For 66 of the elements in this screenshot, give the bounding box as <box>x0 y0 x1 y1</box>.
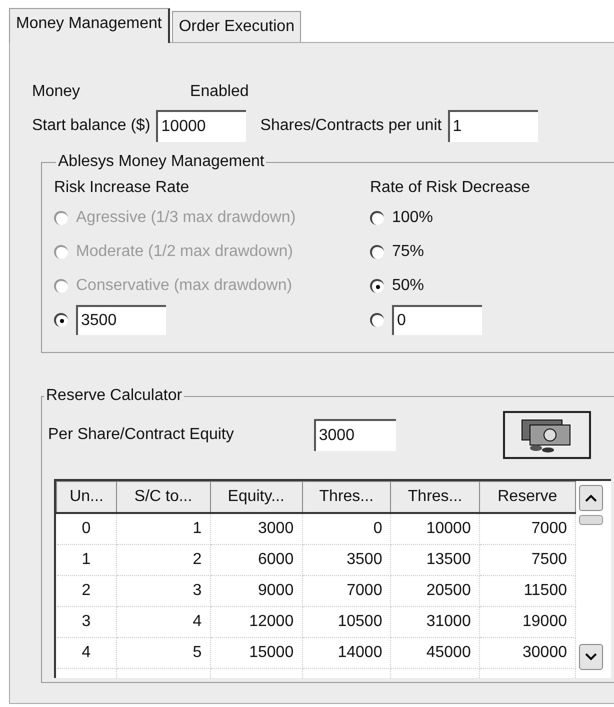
radio-button[interactable] <box>370 211 384 225</box>
table-cell: 30000 <box>479 638 576 668</box>
table-cell: 9000 <box>210 576 302 606</box>
table-cell: 0 <box>302 513 391 544</box>
radio-button[interactable] <box>370 279 384 293</box>
column-header[interactable]: Thres... <box>302 482 391 513</box>
table-cell: 3 <box>56 606 116 638</box>
chevron-down-icon <box>585 653 597 661</box>
table-cell: 10000 <box>390 513 480 544</box>
custom-value-field[interactable]: 3500 <box>76 305 166 335</box>
table-cell: 4 <box>56 638 116 668</box>
table-cell: 19000 <box>479 606 576 638</box>
radio-button[interactable] <box>370 313 384 327</box>
table-cell: 11500 <box>479 576 576 606</box>
table-cell: 3 <box>116 576 210 606</box>
radio-label[interactable]: 50% <box>392 277 424 295</box>
table-cell: 10500 <box>302 606 391 638</box>
table-cell: 1 <box>116 513 210 544</box>
table-cell: 45000 <box>390 638 480 668</box>
column-header[interactable]: Reserve <box>479 482 576 513</box>
radio-button[interactable] <box>370 245 384 259</box>
calculate-button[interactable] <box>502 411 591 459</box>
table-cell: 6000 <box>210 544 302 576</box>
column-header[interactable]: Thres... <box>390 482 480 513</box>
table-cell: 1 <box>56 544 116 576</box>
table-cell: 14000 <box>302 638 391 668</box>
table-cell: 15000 <box>210 638 302 668</box>
table-cell: 13500 <box>390 544 480 576</box>
tab[interactable]: Money Management <box>9 8 170 43</box>
table-cell: 7000 <box>302 576 391 606</box>
table-cell: 31000 <box>390 606 480 638</box>
radio-group-title: Rate of Risk Decrease <box>370 179 532 197</box>
scroll-thumb[interactable] <box>579 515 603 525</box>
radio-button[interactable] <box>54 313 68 327</box>
table-cell: 0 <box>56 513 116 544</box>
equity-field[interactable]: 3000 <box>314 419 396 451</box>
table-cell: 5 <box>116 638 210 668</box>
table-cell: 7000 <box>479 513 576 544</box>
table-cell: 4 <box>116 606 210 638</box>
radio-label[interactable]: 100% <box>392 209 433 227</box>
table-cell: 20500 <box>390 576 480 606</box>
custom-value-field[interactable]: 0 <box>392 305 482 335</box>
scroll-down-button[interactable] <box>579 644 603 670</box>
table-cell: 7500 <box>479 544 576 576</box>
column-header[interactable]: Un... <box>56 482 116 513</box>
column-header[interactable]: S/C to... <box>116 482 210 513</box>
money-status: Enabled <box>190 83 249 101</box>
start-balance-label: Start balance ($) <box>32 117 150 135</box>
equity-label: Per Share/Contract Equity <box>48 426 234 444</box>
table-cell: 3000 <box>210 513 302 544</box>
shares-per-unit-field[interactable]: 1 <box>448 110 538 142</box>
group-title: Ablesys Money Management <box>57 153 266 171</box>
shares-per-unit-label: Shares/Contracts per unit <box>260 117 442 135</box>
table-cell: 2 <box>56 576 116 606</box>
group-title: Reserve Calculator <box>45 387 184 405</box>
table-cell: 2 <box>116 544 210 576</box>
start-balance-field[interactable]: 10000 <box>156 110 246 142</box>
table-cell: 3500 <box>302 544 391 576</box>
radio-label[interactable]: 75% <box>392 243 424 261</box>
table-cell: 12000 <box>210 606 302 638</box>
scroll-up-button[interactable] <box>579 485 603 511</box>
money-label: Money <box>32 83 80 101</box>
tab[interactable]: Order Execution <box>172 11 302 42</box>
column-header[interactable]: Equity... <box>210 482 302 513</box>
chevron-up-icon <box>585 494 597 502</box>
radio-group-title: Risk Increase Rate <box>54 179 190 197</box>
